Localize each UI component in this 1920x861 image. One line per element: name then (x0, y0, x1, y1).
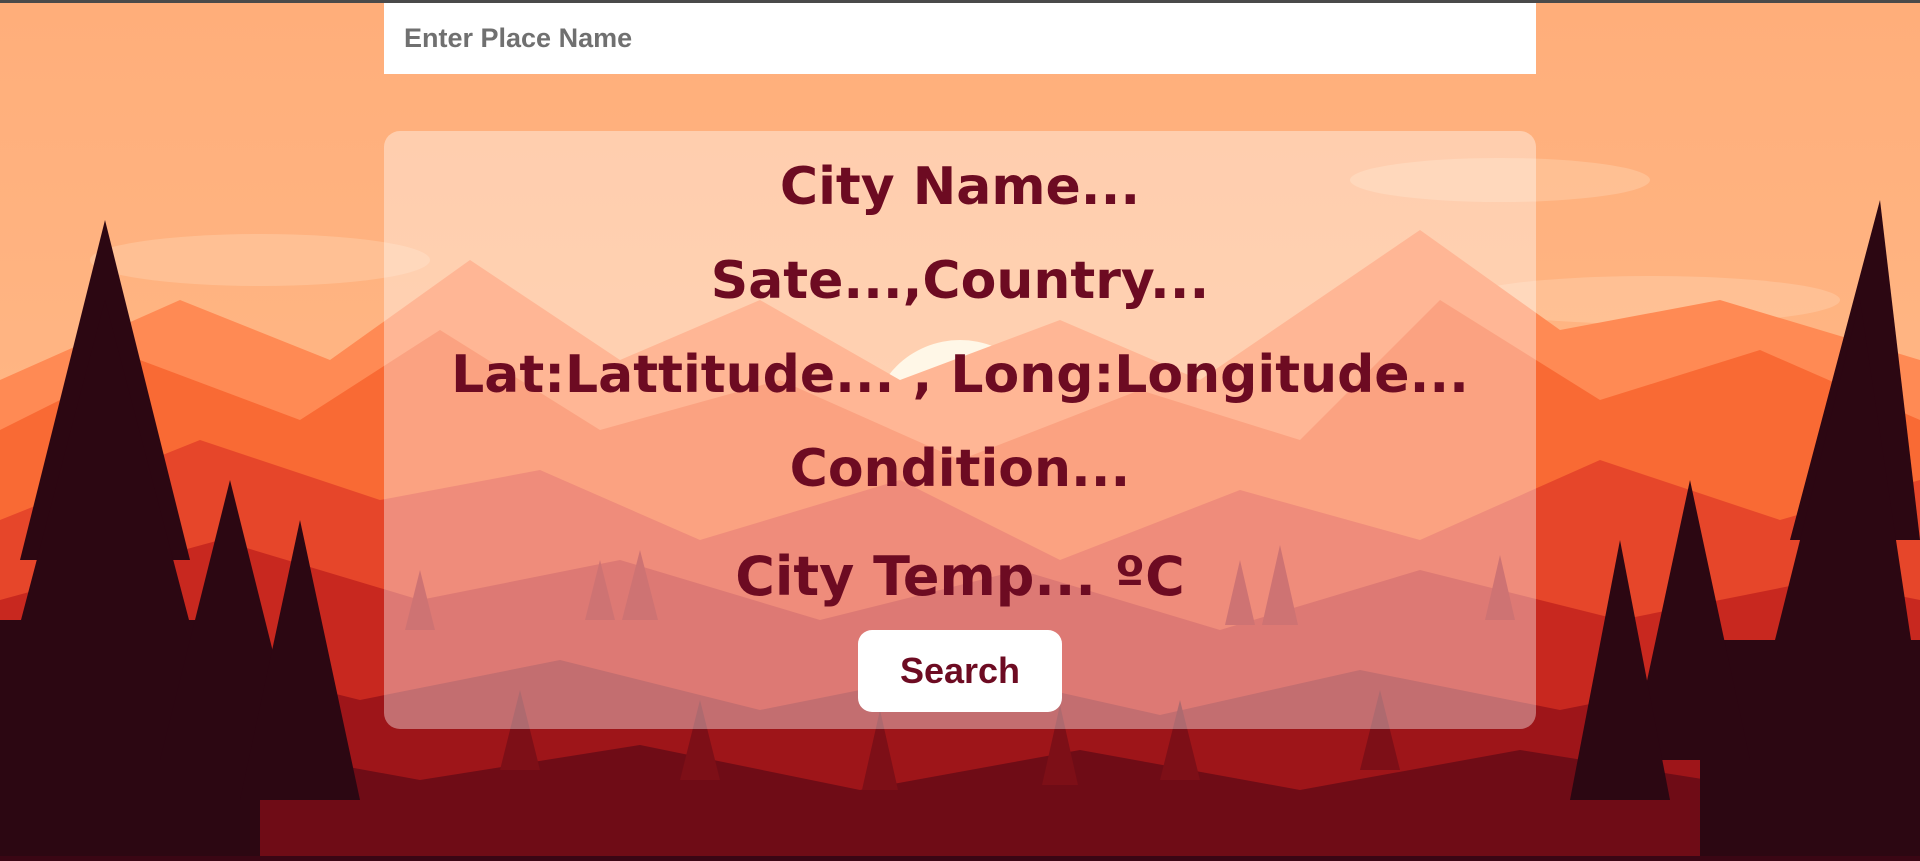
state-country: Sate...,Country... (710, 251, 1210, 311)
search-button[interactable]: Search (858, 630, 1062, 712)
coordinates: Lat:Lattitude... , Long:Longitude... (451, 345, 1469, 405)
city-temperature: City Temp... ºC (735, 545, 1185, 608)
weather-card: City Name... Sate...,Country... Lat:Latt… (384, 131, 1536, 729)
place-name-input[interactable] (384, 3, 1536, 74)
bottom-border (0, 856, 1920, 861)
weather-condition: Condition... (789, 439, 1131, 499)
city-name: City Name... (779, 157, 1141, 217)
